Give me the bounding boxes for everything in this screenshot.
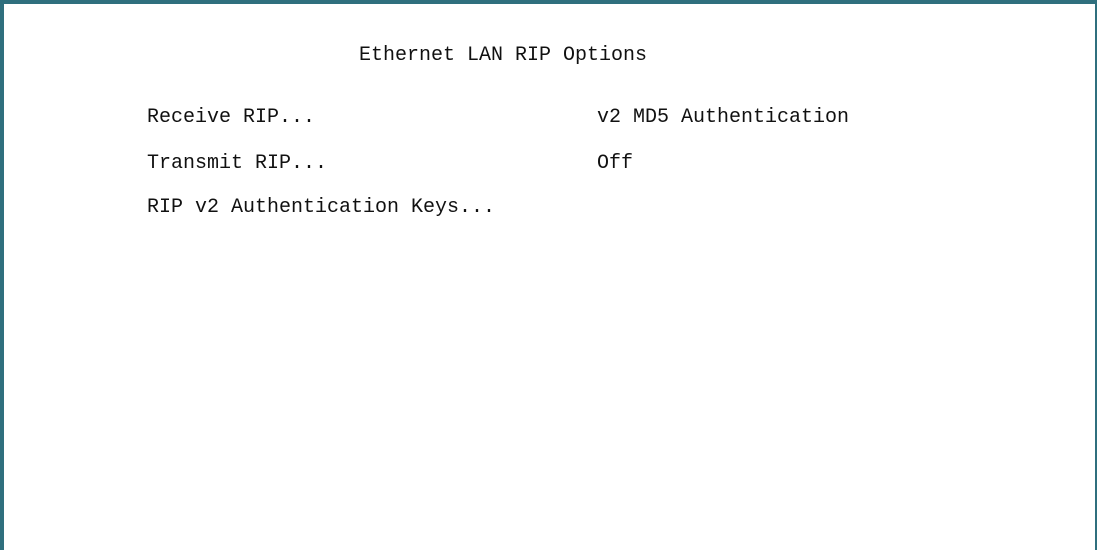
receive-rip-value: v2 MD5 Authentication xyxy=(597,106,850,129)
rip-v2-auth-keys-label: RIP v2 Authentication Keys... xyxy=(147,196,496,219)
receive-rip-label: Receive RIP... xyxy=(147,106,316,129)
rip-v2-auth-keys-menu-item[interactable]: RIP v2 Authentication Keys... xyxy=(147,196,947,224)
rip-options-screen: Ethernet LAN RIP Options Receive RIP... … xyxy=(0,0,1097,550)
transmit-rip-value: Off xyxy=(597,152,634,175)
transmit-rip-menu-item[interactable]: Transmit RIP... Off xyxy=(147,152,947,180)
screen-title: Ethernet LAN RIP Options xyxy=(359,44,648,67)
receive-rip-menu-item[interactable]: Receive RIP... v2 MD5 Authentication xyxy=(147,106,947,134)
transmit-rip-label: Transmit RIP... xyxy=(147,152,328,175)
